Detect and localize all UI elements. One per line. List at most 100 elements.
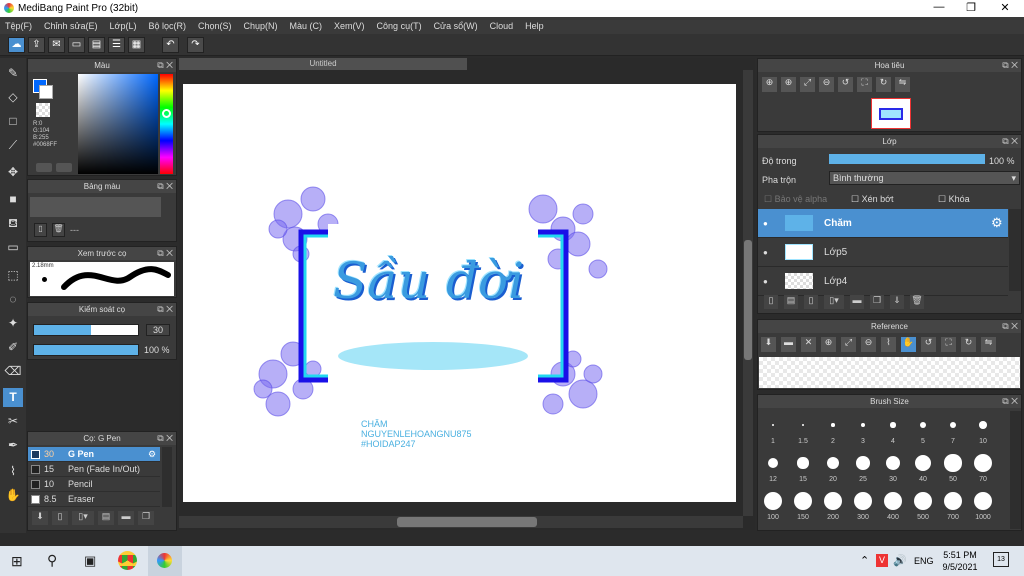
select-eraser-icon[interactable]: ⌫ xyxy=(3,362,23,381)
close-icon[interactable]: ⧉ ✕ xyxy=(1002,59,1018,72)
close-icon[interactable]: ⧉ ✕ xyxy=(157,303,173,316)
add-brush-icon[interactable]: ▯▾ xyxy=(72,511,94,525)
menu-color[interactable]: Màu (C) xyxy=(290,21,323,31)
brush-size-dot[interactable] xyxy=(944,492,962,510)
new-8bit-layer-icon[interactable]: ▯ xyxy=(804,295,818,309)
volume-icon[interactable]: 🔊 xyxy=(893,554,907,567)
reset-icon[interactable]: ⛶ xyxy=(941,337,956,352)
medibang-taskbar-button[interactable] xyxy=(148,546,182,576)
brush-size-dot[interactable] xyxy=(974,454,992,472)
vertical-scroll-thumb[interactable] xyxy=(744,240,752,360)
comment-icon[interactable]: ✉ xyxy=(48,37,65,53)
gear-icon[interactable]: ⚙ xyxy=(991,215,1003,231)
share-icon[interactable]: ⇪ xyxy=(28,37,45,53)
zoom-out-icon[interactable]: ⊖ xyxy=(819,77,834,92)
color-option-button-2[interactable] xyxy=(56,163,72,172)
undo-icon[interactable]: ↶ xyxy=(162,37,179,53)
size-slider[interactable] xyxy=(33,324,139,336)
brush-size-dot[interactable] xyxy=(890,422,896,428)
palette-select[interactable]: --- xyxy=(70,225,79,235)
close-icon[interactable]: ⧉ ✕ xyxy=(157,180,173,193)
brush-item-pencil[interactable]: 10 Pencil xyxy=(28,477,160,492)
flip-icon[interactable]: ⇋ xyxy=(895,77,910,92)
flip-icon[interactable]: ⇋ xyxy=(981,337,996,352)
layer-item[interactable]: ● Lớp5 xyxy=(758,238,1008,267)
new-halftone-layer-icon[interactable]: ▤ xyxy=(784,295,798,309)
brush-size-dot[interactable] xyxy=(854,492,872,510)
menu-help[interactable]: Help xyxy=(525,21,544,31)
layer-item[interactable]: ● Lớp4 xyxy=(758,267,1008,296)
secondary-color-swatch[interactable] xyxy=(39,85,53,99)
list-icon[interactable]: ☰ xyxy=(108,37,125,53)
chrome-icon[interactable] xyxy=(118,551,137,570)
menu-filter[interactable]: Bộ lọc(R) xyxy=(148,21,186,31)
new-palette-icon[interactable]: ▯ xyxy=(34,223,47,237)
vertical-scrollbar[interactable] xyxy=(743,70,753,516)
brush-size-dot[interactable] xyxy=(944,454,962,472)
zoom-fit-icon[interactable]: ⊕ xyxy=(762,77,777,92)
brush-size-dot[interactable] xyxy=(949,421,957,429)
document-tab[interactable]: Untitled xyxy=(179,58,467,70)
task-view-icon[interactable]: ▣ xyxy=(84,553,96,569)
redo-icon[interactable]: ↷ xyxy=(187,37,204,53)
document-canvas[interactable]: Sầu đời CHĂM NGUYENLEHOANGNU875 #HOIDAP2… xyxy=(183,84,736,502)
document-icon[interactable]: ▤ xyxy=(88,37,105,53)
windows-start-icon[interactable]: ⊞ xyxy=(11,553,23,570)
duplicate-layer-icon[interactable]: ❐ xyxy=(870,295,884,309)
brush-size-dot[interactable] xyxy=(856,456,870,470)
menu-select[interactable]: Chọn(S) xyxy=(198,21,232,31)
brush-size-dot[interactable] xyxy=(885,455,901,471)
brush-size-dot[interactable] xyxy=(915,455,931,471)
visibility-icon[interactable]: ● xyxy=(763,219,768,228)
clip-checkbox[interactable]: ☐ Xén bớt xyxy=(851,194,894,205)
brush-size-dot[interactable] xyxy=(831,423,835,427)
brush-size-dot[interactable] xyxy=(768,458,778,468)
size-value[interactable]: 30 xyxy=(146,324,170,336)
shape-tool-icon[interactable]: □ xyxy=(3,112,23,131)
brush-size-dot[interactable] xyxy=(764,492,782,510)
close-icon[interactable]: ⧉ ✕ xyxy=(1002,135,1018,148)
chevron-up-icon[interactable]: ⌃ xyxy=(860,554,869,567)
divide-tool-icon[interactable]: ✂ xyxy=(3,412,23,431)
hue-slider[interactable] xyxy=(160,74,173,174)
gear-icon[interactable]: ⚙ xyxy=(148,447,156,462)
eyedropper-icon[interactable]: ⌇ xyxy=(3,462,23,481)
minimize-button[interactable]: — xyxy=(924,1,954,13)
language-indicator[interactable]: ENG xyxy=(914,556,934,566)
close-icon[interactable]: ⧉ ✕ xyxy=(1002,320,1018,333)
rotate-right-icon[interactable]: ↻ xyxy=(961,337,976,352)
brush-size-dot[interactable] xyxy=(884,492,902,510)
select-pen-icon[interactable]: ✐ xyxy=(3,338,23,357)
search-icon[interactable]: ⚲ xyxy=(47,552,57,569)
folder-icon[interactable]: ▬ xyxy=(850,295,864,309)
menu-view[interactable]: Xem(V) xyxy=(334,21,365,31)
trash-icon[interactable]: 🗑 xyxy=(52,223,65,237)
lock-checkbox[interactable]: ☐ Khóa xyxy=(938,194,970,205)
navigator-thumbnail[interactable] xyxy=(871,98,911,129)
eraser-tool-icon[interactable]: ◇ xyxy=(3,88,23,107)
grid-icon[interactable]: ▦ xyxy=(128,37,145,53)
cloud-download-icon[interactable]: ⬇ xyxy=(32,511,48,525)
brush-item-gpen[interactable]: 30 G Pen ⚙ xyxy=(28,447,160,462)
close-reference-icon[interactable]: ✕ xyxy=(801,337,816,352)
menu-layer[interactable]: Lớp(L) xyxy=(110,21,137,31)
close-icon[interactable]: ⧉ ✕ xyxy=(1002,395,1018,408)
text-tool-icon[interactable]: T xyxy=(3,388,23,407)
brush-size-dot[interactable] xyxy=(794,492,812,510)
move-tool-icon[interactable]: ✥ xyxy=(3,163,23,182)
reference-view[interactable] xyxy=(759,357,1020,388)
select-rect-icon[interactable]: ⬚ xyxy=(3,266,23,285)
brush-size-dot[interactable] xyxy=(914,492,932,510)
brush-size-dot[interactable] xyxy=(801,423,805,427)
hue-handle[interactable] xyxy=(162,109,171,118)
line-tool-icon[interactable]: ⟋ xyxy=(3,136,23,155)
magic-wand-icon[interactable]: ✦ xyxy=(3,314,23,333)
rotate-left-icon[interactable]: ↺ xyxy=(921,337,936,352)
brush-size-scrollbar[interactable] xyxy=(1010,411,1021,529)
brush-item-pen[interactable]: 15 Pen (Fade In/Out) xyxy=(28,462,160,477)
folder-icon[interactable]: ▬ xyxy=(118,511,134,525)
reset-icon[interactable]: ⛶ xyxy=(857,77,872,92)
horizontal-scroll-thumb[interactable] xyxy=(397,517,537,527)
menu-cloud[interactable]: Cloud xyxy=(490,21,514,31)
duplicate-icon[interactable]: ❐ xyxy=(138,511,154,525)
